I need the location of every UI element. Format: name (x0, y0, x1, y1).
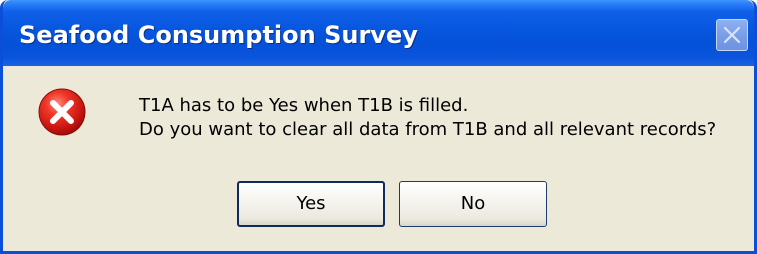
yes-button[interactable]: Yes (237, 181, 385, 227)
dialog-body: T1A has to be Yes when T1B is filled. Do… (3, 66, 754, 251)
message-line-1: T1A has to be Yes when T1B is filled. (139, 95, 469, 116)
message-dialog: Seafood Consumption Survey T1A has to be… (0, 0, 757, 254)
message-line-2: Do you want to clear all data from T1B a… (139, 119, 717, 140)
error-icon (38, 88, 86, 136)
close-button[interactable] (716, 19, 748, 51)
close-icon (723, 26, 741, 44)
window-title: Seafood Consumption Survey (19, 21, 418, 49)
no-button[interactable]: No (399, 181, 547, 227)
dialog-message: T1A has to be Yes when T1B is filled. Do… (139, 94, 716, 142)
title-bar[interactable]: Seafood Consumption Survey (3, 0, 754, 66)
